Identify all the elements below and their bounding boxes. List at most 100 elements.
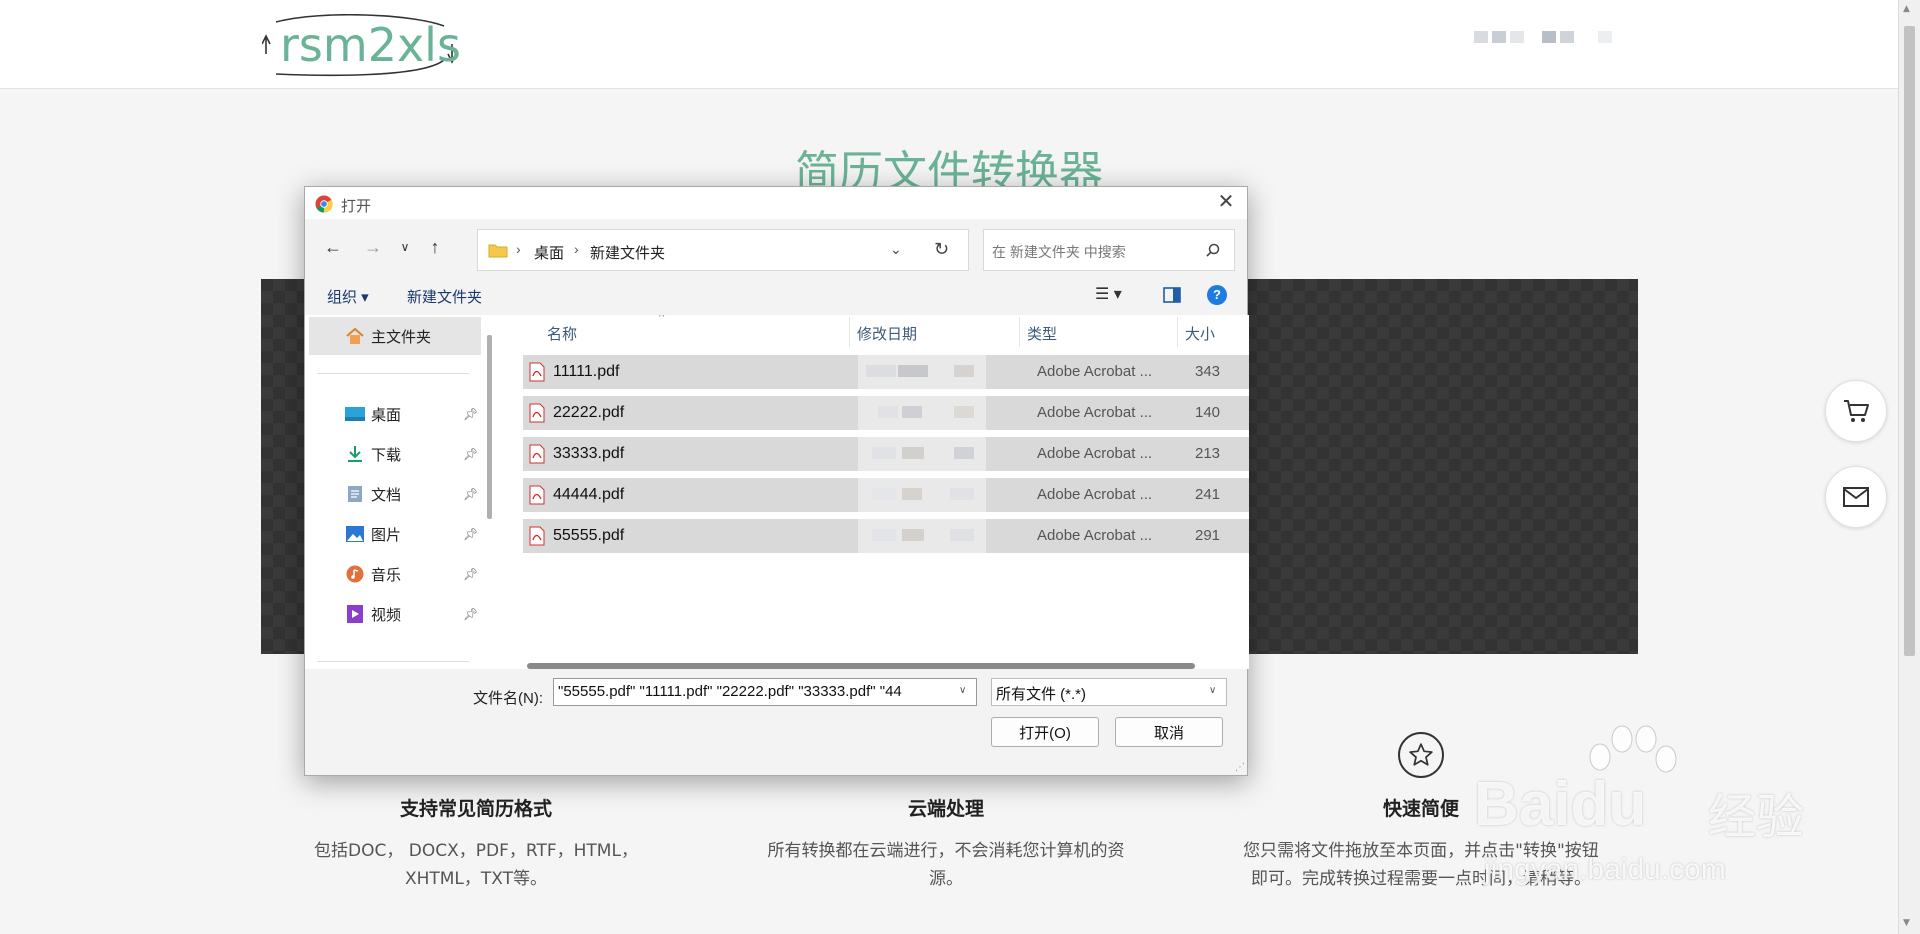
pin-icon[interactable]: 📌︎ — [463, 527, 478, 541]
recent-locations-chevron-icon[interactable]: ∨ — [391, 233, 419, 261]
home-icon — [345, 326, 365, 346]
mail-icon — [1843, 487, 1869, 507]
filetype-dropdown-chevron-icon[interactable]: ∨ — [1209, 685, 1216, 696]
sidebar-divider — [317, 373, 469, 374]
video-icon — [345, 604, 365, 624]
feature-title: 云端处理 — [907, 798, 984, 820]
logo-text: rsm2xls — [280, 18, 461, 72]
file-name: 11111.pdf — [553, 363, 620, 380]
feature-formats: 支持常见简历格式 包括DOC， DOCX，PDF，RTF，HTML，XHTML，… — [296, 794, 656, 893]
file-size: 343 — [1195, 363, 1221, 380]
file-name: 44444.pdf — [553, 486, 625, 503]
site-logo[interactable]: rsm2xls — [262, 14, 461, 80]
feature-text: 您只需将文件拖放至本页面，并点击"转换"按钮即可。完成转换过程需要一点时间，请稍… — [1243, 841, 1599, 889]
sort-ascending-icon: ^ — [659, 315, 665, 323]
sidebar-scrollbar-thumb[interactable] — [487, 335, 492, 519]
dialog-titlebar[interactable]: 打开 ✕ — [305, 187, 1247, 219]
forward-arrow-icon[interactable]: → — [359, 233, 387, 261]
pin-icon[interactable]: 📌︎ — [463, 607, 478, 621]
file-row[interactable]: 33333.pdf Adobe Acrobat ... 213 — [523, 437, 1249, 471]
up-arrow-icon[interactable]: ↑ — [421, 233, 449, 261]
organize-menu-button[interactable]: 组织 ▾ — [327, 286, 369, 307]
breadcrumb-new-folder[interactable]: 新建文件夹 — [590, 242, 665, 263]
pdf-file-icon — [529, 526, 545, 546]
file-size: 213 — [1195, 445, 1221, 462]
document-icon — [345, 484, 365, 504]
feature-title: 快速简便 — [1382, 798, 1459, 820]
sidebar-item-home[interactable]: 主文件夹 — [345, 323, 431, 349]
feature-cloud: 云端处理 所有转换都在云端进行，不会消耗您计算机的资源。 — [766, 794, 1126, 893]
mail-button[interactable] — [1825, 466, 1887, 528]
scroll-up-icon[interactable]: ▲ — [1903, 4, 1910, 14]
column-header-size[interactable]: 大小 — [1185, 323, 1215, 344]
open-button[interactable]: 打开(O) — [991, 717, 1099, 747]
file-row[interactable]: 55555.pdf Adobe Acrobat ... 291 — [523, 519, 1249, 553]
search-icon[interactable] — [1206, 243, 1220, 257]
filename-label: 文件名(N): — [473, 690, 543, 707]
sidebar-item-label: 桌面 — [371, 406, 402, 424]
folder-icon — [488, 244, 508, 258]
file-row[interactable]: 22222.pdf Adobe Acrobat ... 140 — [523, 396, 1249, 430]
help-icon[interactable]: ? — [1207, 285, 1227, 305]
column-divider[interactable] — [849, 317, 850, 347]
page-scrollbar-thumb[interactable] — [1904, 26, 1915, 656]
download-icon — [345, 444, 365, 464]
site-header: rsm2xls — [0, 0, 1898, 89]
sidebar-item-music[interactable]: 音乐 — [345, 561, 401, 587]
address-bar[interactable]: › 桌面 › 新建文件夹 ⌄ ↻ — [477, 229, 969, 271]
resize-grip-icon[interactable]: ⋰ — [1235, 762, 1245, 773]
view-options-icon[interactable]: ☰ ▾ — [1095, 284, 1122, 304]
sidebar-item-desktop[interactable]: 桌面 — [345, 401, 401, 427]
file-type: Adobe Acrobat ... — [1037, 445, 1153, 462]
cart-button[interactable] — [1825, 380, 1887, 442]
back-arrow-icon[interactable]: ← — [319, 233, 347, 261]
new-folder-button[interactable]: 新建文件夹 — [407, 286, 482, 307]
breadcrumb-desktop[interactable]: 桌面 — [534, 242, 564, 263]
file-open-dialog: 打开 ✕ ← → ∨ ↑ › 桌面 › 新建文件夹 ⌄ ↻ 在 新建文件夹 中搜… — [304, 186, 1249, 776]
sidebar-item-videos[interactable]: 视频 — [345, 601, 401, 627]
file-name: 22222.pdf — [553, 404, 625, 421]
column-header-type[interactable]: 类型 — [1027, 323, 1057, 344]
column-divider[interactable] — [1019, 317, 1020, 347]
sidebar-item-documents[interactable]: 文档 — [345, 481, 401, 507]
column-divider[interactable] — [1177, 317, 1178, 347]
pdf-file-icon — [529, 362, 545, 382]
search-field[interactable]: 在 新建文件夹 中搜索 — [983, 229, 1235, 271]
pictures-icon — [345, 524, 365, 544]
sidebar-item-downloads[interactable]: 下载 — [345, 441, 401, 467]
sidebar-item-label: 主文件夹 — [371, 328, 432, 346]
dialog-navbar: ← → ∨ ↑ › 桌面 › 新建文件夹 ⌄ ↻ 在 新建文件夹 中搜索 — [305, 219, 1247, 275]
column-header-name[interactable]: 名称 — [547, 323, 577, 344]
filetype-select[interactable]: 所有文件 (*.*) — [991, 678, 1227, 706]
breadcrumb-separator-icon: › — [516, 241, 521, 257]
pin-icon[interactable]: 📌︎ — [463, 407, 478, 421]
refresh-icon[interactable]: ↻ — [934, 239, 949, 260]
pdf-file-icon — [529, 444, 545, 464]
file-list: ^ 名称 修改日期 类型 大小 11111.pdf Adobe Acrobat … — [513, 315, 1249, 669]
pdf-file-icon — [529, 485, 545, 505]
preview-pane-icon[interactable] — [1163, 287, 1181, 303]
dialog-title: 打开 — [341, 198, 372, 215]
file-type: Adobe Acrobat ... — [1037, 363, 1153, 380]
pin-icon[interactable]: 📌︎ — [463, 567, 478, 581]
file-row[interactable]: 11111.pdf Adobe Acrobat ... 343 — [523, 355, 1249, 389]
filename-dropdown-chevron-icon[interactable]: ∨ — [959, 685, 966, 696]
column-header-date[interactable]: 修改日期 — [857, 323, 917, 344]
search-placeholder: 在 新建文件夹 中搜索 — [992, 244, 1126, 260]
sidebar-item-pictures[interactable]: 图片 — [345, 521, 401, 547]
pin-icon[interactable]: 📌︎ — [463, 487, 478, 501]
cancel-button[interactable]: 取消 — [1115, 717, 1223, 747]
pin-icon[interactable]: 📌︎ — [463, 447, 478, 461]
close-icon[interactable]: ✕ — [1215, 192, 1237, 213]
header-user-menu[interactable] — [1474, 31, 1612, 55]
sidebar-item-label: 文档 — [371, 486, 402, 504]
modified-date-redacted — [858, 355, 986, 389]
file-row[interactable]: 44444.pdf Adobe Acrobat ... 241 — [523, 478, 1249, 512]
feature-text: 包括DOC， DOCX，PDF，RTF，HTML，XHTML，TXT等。 — [314, 841, 638, 889]
address-dropdown-chevron-icon[interactable]: ⌄ — [890, 241, 902, 258]
file-size: 241 — [1195, 486, 1221, 503]
sidebar-item-label: 音乐 — [371, 566, 402, 584]
filename-input[interactable]: "55555.pdf" "11111.pdf" "22222.pdf" "333… — [553, 678, 977, 706]
page-scrollbar[interactable]: ▲ ▼ — [1898, 0, 1920, 934]
scroll-down-icon[interactable]: ▼ — [1903, 918, 1910, 928]
